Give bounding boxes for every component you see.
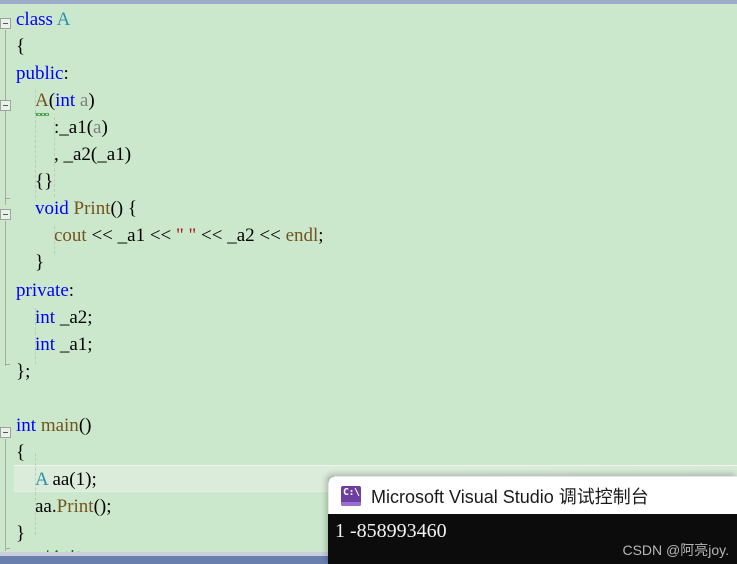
code-token: : bbox=[68, 279, 75, 301]
console-icon-glyph: C:\ bbox=[343, 486, 360, 498]
code-token: ) bbox=[88, 90, 95, 112]
code-token: 1 bbox=[75, 468, 86, 490]
code-token: } bbox=[16, 522, 26, 544]
console-output-text: 1 -858993460 bbox=[335, 520, 447, 542]
code-line-content: aa.Print(); bbox=[0, 493, 112, 520]
indent-guide bbox=[54, 117, 55, 197]
code-token: int bbox=[35, 306, 56, 328]
console-cmd-icon: C:\ bbox=[341, 485, 361, 506]
csdn-watermark: CSDN @阿亮joy. bbox=[622, 542, 729, 558]
code-line[interactable]: A(int a) bbox=[0, 87, 737, 117]
code-token: << _a1 << bbox=[86, 225, 177, 247]
code-token: ) bbox=[101, 117, 108, 139]
code-line-content: A aa(1); bbox=[0, 466, 97, 493]
code-token: public bbox=[16, 63, 64, 85]
code-line[interactable]: int main() bbox=[0, 412, 737, 439]
code-line-content: A(int a) bbox=[0, 87, 95, 117]
code-token: class bbox=[16, 9, 53, 30]
console-icon-bar bbox=[341, 501, 361, 506]
code-line[interactable]: { bbox=[0, 439, 737, 466]
code-line[interactable]: int _a2; bbox=[0, 304, 737, 331]
code-token: endl bbox=[285, 225, 319, 247]
code-line-content: public: bbox=[0, 60, 69, 87]
code-line[interactable]: int _a1; bbox=[0, 331, 737, 358]
code-token: () bbox=[78, 414, 92, 436]
code-line-content: { bbox=[0, 33, 25, 60]
code-line-content: { bbox=[0, 439, 25, 466]
screenshot-root: class A{public: A(int a):_a1(a), _a2(_a1)… bbox=[0, 0, 737, 564]
code-token: :_a1 bbox=[54, 117, 87, 139]
code-token: } bbox=[35, 252, 45, 274]
code-line[interactable]: :_a1(a) bbox=[0, 114, 737, 141]
code-line[interactable]: cout << _a1 << " " << _a2 << endl; bbox=[0, 222, 737, 249]
code-line-content: void Print() { bbox=[0, 195, 137, 222]
code-line-content: int _a1; bbox=[0, 331, 93, 358]
code-token: }; bbox=[16, 360, 31, 382]
code-token: int bbox=[55, 90, 76, 112]
code-token: " " bbox=[176, 225, 197, 247]
code-line[interactable]: { bbox=[0, 33, 737, 60]
indent-guide bbox=[35, 308, 36, 364]
code-line[interactable]: private: bbox=[0, 277, 737, 304]
code-line[interactable]: void Print() { bbox=[0, 195, 737, 222]
code-token: int bbox=[35, 333, 56, 355]
code-line-content: class A bbox=[0, 6, 70, 33]
code-line[interactable]: } bbox=[0, 249, 737, 276]
code-token: { bbox=[16, 441, 26, 463]
code-line[interactable]: {} bbox=[0, 168, 737, 195]
code-token: A bbox=[56, 9, 71, 30]
code-token-error: A bbox=[35, 87, 49, 117]
code-line[interactable] bbox=[0, 385, 737, 412]
code-line[interactable]: }; bbox=[0, 358, 737, 385]
code-token: (); bbox=[93, 495, 112, 517]
console-title-bar[interactable]: C:\ Microsoft Visual Studio 调试控制台 bbox=[328, 476, 737, 514]
indent-guide bbox=[54, 226, 55, 254]
code-line[interactable]: , _a2(_a1) bbox=[0, 141, 737, 168]
code-token: << _a2 << bbox=[196, 225, 286, 247]
indent-guide bbox=[35, 90, 36, 198]
code-token: int bbox=[16, 414, 37, 436]
code-token: main bbox=[40, 414, 79, 436]
code-line[interactable]: public: bbox=[0, 60, 737, 87]
code-line-content: cout << _a1 << " " << _a2 << endl; bbox=[0, 222, 324, 249]
code-text-area[interactable]: class A{public: A(int a):_a1(a), _a2(_a1)… bbox=[0, 4, 737, 564]
code-line-content: } bbox=[0, 249, 44, 276]
code-token: ); bbox=[85, 468, 97, 490]
code-token: _a2; bbox=[55, 306, 93, 328]
code-token: {} bbox=[35, 171, 54, 193]
code-token: Print bbox=[73, 198, 111, 220]
code-token: private bbox=[16, 279, 69, 301]
code-line-content: }; bbox=[0, 358, 30, 385]
indent-guide bbox=[35, 453, 36, 535]
code-token: , _a2(_a1) bbox=[54, 144, 132, 166]
code-token: () { bbox=[110, 198, 138, 220]
code-editor[interactable]: class A{public: A(int a):_a1(a), _a2(_a1)… bbox=[0, 4, 737, 564]
code-token: void bbox=[35, 198, 69, 220]
console-title-text: Microsoft Visual Studio 调试控制台 bbox=[371, 486, 649, 507]
code-line-content: int main() bbox=[0, 412, 91, 439]
code-token: aa( bbox=[47, 468, 76, 490]
debug-console-window[interactable]: C:\ Microsoft Visual Studio 调试控制台 1 -858… bbox=[328, 476, 737, 564]
code-line-content: {} bbox=[0, 168, 53, 195]
code-line-content: int _a2; bbox=[0, 304, 93, 331]
code-line[interactable]: class A bbox=[0, 6, 737, 33]
code-line-content: private: bbox=[0, 277, 74, 304]
console-output-area[interactable]: 1 -858993460 CSDN @阿亮joy. bbox=[328, 514, 737, 564]
code-token: Print bbox=[56, 495, 94, 517]
code-token: : bbox=[63, 63, 69, 85]
code-token: aa. bbox=[35, 495, 57, 517]
code-token: ; bbox=[318, 225, 324, 247]
code-token: cout bbox=[54, 225, 87, 247]
code-token: _a1; bbox=[55, 333, 93, 355]
code-token: { bbox=[16, 36, 26, 58]
code-line-content: , _a2(_a1) bbox=[0, 141, 131, 168]
code-token: A bbox=[35, 468, 48, 490]
code-line-content: } bbox=[0, 520, 25, 547]
